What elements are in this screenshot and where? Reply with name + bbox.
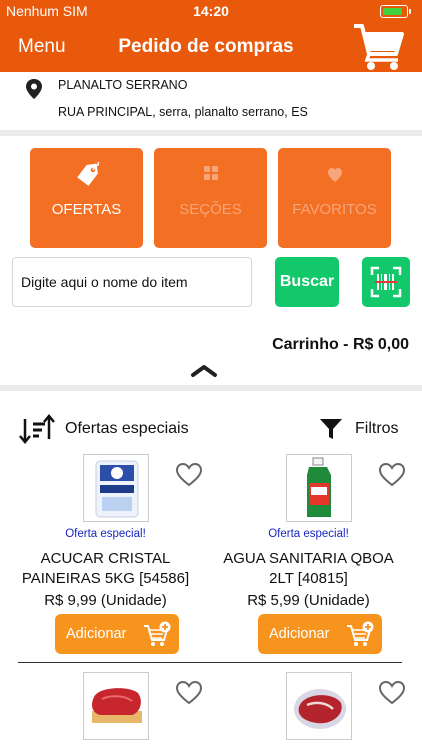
product-name: AGUA SANITARIA QBOA 2LT [40815]: [203, 549, 414, 589]
cart-total: Carrinho - R$ 0,00: [272, 336, 409, 353]
barcode-scan-button[interactable]: [362, 257, 410, 307]
product-image: [286, 672, 352, 740]
sort-label[interactable]: Ofertas especiais: [65, 420, 189, 438]
product-image: [286, 454, 352, 522]
product-name-line: ACUCAR CRISTAL: [40, 550, 171, 567]
add-label: Adicionar: [269, 626, 330, 642]
cart-add-icon: [144, 621, 171, 646]
clock: 14:20: [193, 3, 229, 19]
tab-favoritos[interactable]: FAVORITOS: [278, 148, 391, 248]
favorite-heart-icon[interactable]: [378, 680, 406, 706]
tag-icon: [76, 161, 99, 186]
add-to-cart-button[interactable]: Adicionar: [55, 614, 179, 654]
status-bar: Nenhum SIM 14:20: [0, 0, 422, 22]
app-header: Nenhum SIM 14:20 Menu Pedido de compras: [0, 0, 422, 72]
favorite-heart-icon[interactable]: [175, 462, 203, 488]
section-divider: [0, 385, 422, 391]
grid-icon: [203, 166, 218, 180]
search-input[interactable]: [12, 257, 252, 307]
product-card[interactable]: [0, 672, 211, 750]
product-name-line: AGUA SANITARIA QBOA: [223, 550, 394, 567]
cart-icon[interactable]: [352, 20, 404, 72]
product-card[interactable]: [203, 672, 414, 750]
add-label: Adicionar: [66, 626, 127, 642]
product-name: ACUCAR CRISTAL PAINEIRAS 5KG [54586]: [0, 549, 211, 589]
favorite-heart-icon[interactable]: [175, 680, 203, 706]
product-price: R$ 9,99 (Unidade): [44, 592, 167, 609]
product-name-line: 2LT [40815]: [269, 570, 348, 587]
chevron-up-icon[interactable]: [190, 362, 218, 378]
cart-add-icon: [347, 621, 374, 646]
product-divider: [18, 662, 402, 663]
sort-icon[interactable]: [18, 413, 56, 445]
location-pin-icon: [26, 79, 42, 99]
product-name-line: PAINEIRAS 5KG [54586]: [21, 570, 190, 587]
product-price: R$ 5,99 (Unidade): [247, 592, 370, 609]
address-street: RUA PRINCIPAL, serra, planalto serrano, …: [58, 105, 308, 119]
delivery-address[interactable]: PLANALTO SERRANO RUA PRINCIPAL, serra, p…: [0, 72, 422, 130]
battery-icon: [380, 5, 411, 18]
tab-label: FAVORITOS: [292, 201, 377, 218]
tab-secoes[interactable]: SEÇÕES: [154, 148, 267, 248]
search-button[interactable]: Buscar: [275, 257, 339, 307]
tab-ofertas[interactable]: OFERTAS: [30, 148, 143, 248]
section-divider: [0, 130, 422, 136]
product-image: [83, 672, 149, 740]
barcode-icon: [370, 266, 402, 298]
product-image: [83, 454, 149, 522]
favorite-heart-icon[interactable]: [378, 462, 406, 488]
product-card[interactable]: Oferta especial! ACUCAR CRISTAL PAINEIRA…: [0, 454, 211, 664]
tab-label: OFERTAS: [51, 201, 122, 218]
offer-badge: Oferta especial!: [268, 528, 349, 540]
add-to-cart-button[interactable]: Adicionar: [258, 614, 382, 654]
heart-icon: [327, 168, 342, 182]
product-card[interactable]: Oferta especial! AGUA SANITARIA QBOA 2LT…: [203, 454, 414, 664]
filter-icon[interactable]: [319, 417, 343, 441]
address-region: PLANALTO SERRANO: [58, 78, 188, 92]
offer-badge: Oferta especial!: [65, 528, 146, 540]
tab-label: SEÇÕES: [179, 201, 242, 218]
filter-label[interactable]: Filtros: [355, 420, 399, 438]
